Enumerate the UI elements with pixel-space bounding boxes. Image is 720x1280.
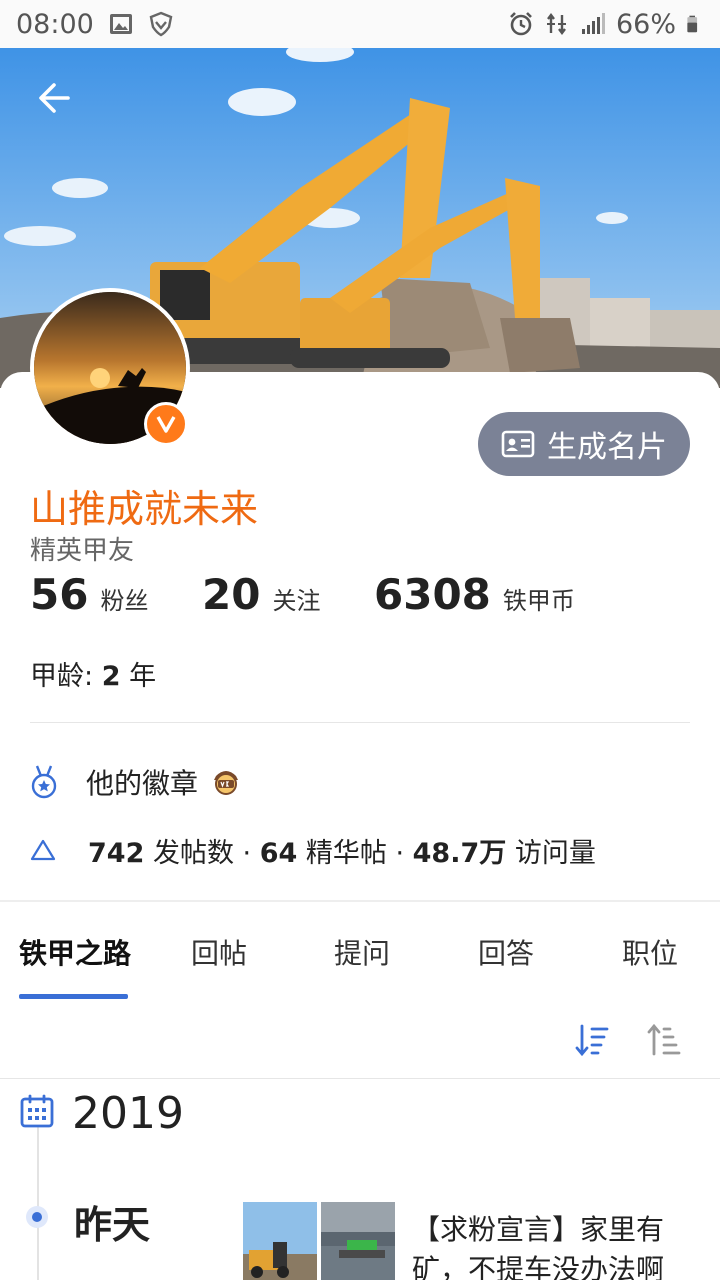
timeline-year: 2019	[72, 1088, 184, 1139]
post-thumbnail[interactable]	[321, 1202, 395, 1280]
followers-count: 56	[30, 570, 89, 619]
vip-badge-icon	[144, 402, 188, 446]
tab-iron-road[interactable]: 铁甲之路	[19, 922, 131, 982]
coins-stat[interactable]: 6308 铁甲币	[374, 570, 575, 619]
generate-card-button[interactable]: 生成名片	[478, 412, 690, 476]
triangle-icon	[30, 839, 56, 861]
generate-card-label: 生成名片	[547, 430, 667, 465]
badges-label: 他的徽章	[86, 767, 199, 800]
alarm-icon	[510, 12, 532, 36]
post-title[interactable]: 【求粉宣言】家里有矿，不提车没办法啊	[412, 1210, 702, 1280]
timeline-line	[37, 1126, 39, 1280]
user-title: 精英甲友	[30, 536, 135, 566]
following-label: 关注	[272, 587, 321, 615]
tab-bar: 铁甲之路 回帖 提问 回答 职位	[0, 922, 720, 982]
data-transfer-icon	[546, 13, 566, 35]
divider	[30, 722, 690, 723]
tab-questions[interactable]: 提问	[334, 922, 390, 982]
divider	[0, 1078, 720, 1079]
member-age: 甲龄: 2 年	[30, 654, 156, 693]
status-time: 08:00	[16, 8, 94, 40]
followers-label: 粉丝	[100, 587, 149, 615]
stats-row: 56 粉丝 20 关注 6308 铁甲币	[30, 570, 575, 619]
coins-label: 铁甲币	[502, 587, 575, 615]
posts-count: 742	[88, 837, 145, 869]
section-separator	[0, 900, 720, 902]
followers-stat[interactable]: 56 粉丝	[30, 570, 202, 619]
back-button[interactable]	[26, 70, 82, 126]
posts-stats-row: 742 发帖数 · 64 精华帖 · 48.7万 访问量	[30, 828, 596, 872]
status-bar: 08:00 66%	[0, 0, 720, 48]
shield-icon	[149, 11, 173, 37]
active-tab-indicator	[19, 994, 128, 999]
badges-row[interactable]: 他的徽章	[30, 760, 242, 804]
signal-icon	[581, 13, 605, 34]
medal-icon	[31, 765, 57, 799]
v3-badge-icon	[214, 771, 239, 795]
essence-label: 精华帖 ·	[297, 837, 413, 869]
following-count: 20	[202, 570, 261, 619]
timeline-dot	[26, 1206, 48, 1228]
battery-icon	[687, 15, 698, 33]
coins-count: 6308	[374, 570, 491, 619]
visits-label: 访问量	[506, 837, 596, 869]
sort-ascending-icon[interactable]	[646, 1022, 682, 1058]
calendar-icon	[20, 1094, 54, 1128]
arrow-left-icon	[39, 83, 70, 113]
member-age-label: 甲龄:	[30, 661, 102, 692]
post-thumbnail[interactable]	[243, 1202, 317, 1280]
tab-answers[interactable]: 回答	[478, 922, 534, 982]
visits-count: 48.7万	[412, 837, 507, 869]
battery-percent: 66%	[615, 8, 676, 40]
sort-descending-icon[interactable]	[574, 1022, 610, 1058]
id-card-icon	[501, 430, 535, 458]
posts-stats-text: 742 发帖数 · 64 精华帖 · 48.7万 访问量	[88, 831, 596, 870]
member-age-unit: 年	[120, 661, 157, 692]
username: 山推成就未来	[30, 487, 259, 531]
tab-jobs[interactable]: 职位	[622, 922, 678, 982]
image-notification-icon	[109, 14, 132, 34]
tab-replies[interactable]: 回帖	[191, 922, 247, 982]
posts-count-label: 发帖数 ·	[144, 837, 260, 869]
member-age-value: 2	[101, 661, 121, 692]
following-stat[interactable]: 20 关注	[202, 570, 374, 619]
timeline-day: 昨天	[74, 1203, 151, 1247]
essence-count: 64	[259, 837, 298, 869]
